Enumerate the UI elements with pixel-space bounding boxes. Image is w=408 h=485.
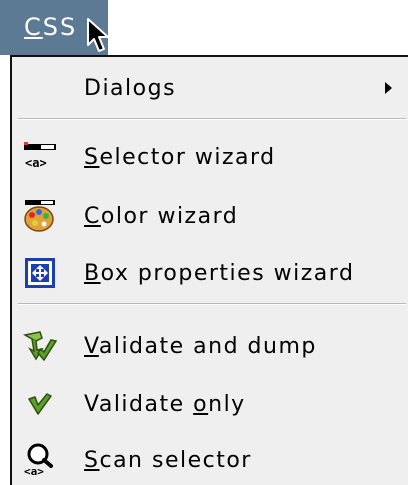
menu-item-color-wizard[interactable]: Color wizard — [12, 191, 408, 241]
css-dropdown-menu: Dialogs <a> Selector wizard Color wizard… — [10, 55, 408, 485]
selector-wizard-icon: <a> — [22, 139, 58, 175]
svg-text:<a>: <a> — [25, 156, 47, 170]
box-properties-wizard-label: Box properties wizard — [84, 260, 355, 286]
color-wizard-icon — [22, 198, 58, 234]
box-properties-icon — [22, 255, 58, 291]
validate-dump-icon — [22, 328, 58, 364]
svg-text:<a>: <a> — [24, 465, 44, 477]
mouse-cursor-icon — [87, 18, 109, 52]
submenu-arrow-icon — [385, 82, 392, 94]
checkmark-icon — [22, 386, 58, 422]
color-wizard-label: Color wizard — [84, 203, 239, 229]
menu-item-validate-and-dump[interactable]: Validate and dump — [12, 321, 408, 371]
menu-separator — [18, 118, 406, 120]
menu-item-dialogs[interactable]: Dialogs — [12, 63, 408, 113]
menu-item-box-properties-wizard[interactable]: Box properties wizard — [12, 248, 408, 298]
menu-item-validate-only[interactable]: Validate only — [12, 379, 408, 429]
scan-selector-label: Scan selector — [84, 447, 252, 473]
scan-selector-icon: <a> — [22, 442, 58, 478]
validate-and-dump-label: Validate and dump — [84, 333, 317, 359]
dialogs-label: Dialogs — [84, 75, 177, 101]
css-menu-label: CSS — [24, 13, 78, 41]
validate-only-label: Validate only — [84, 391, 246, 417]
menu-item-selector-wizard[interactable]: <a> Selector wizard — [12, 132, 408, 182]
menu-separator — [18, 303, 406, 305]
selector-wizard-label: Selector wizard — [84, 144, 276, 170]
menu-item-scan-selector[interactable]: <a> Scan selector — [12, 435, 408, 485]
